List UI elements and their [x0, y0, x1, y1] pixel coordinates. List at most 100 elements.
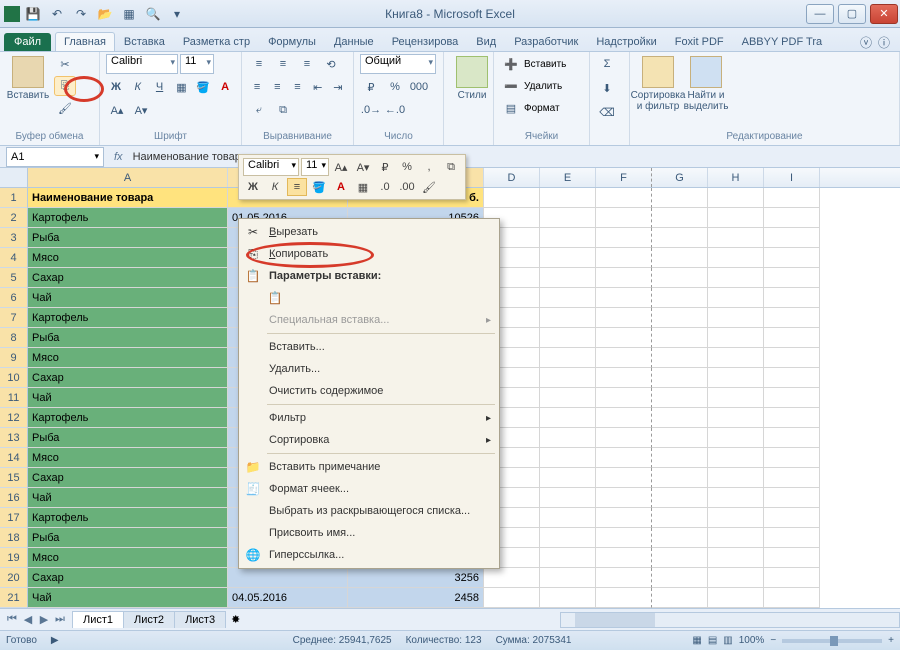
- tab-foxit[interactable]: Foxit PDF: [666, 32, 733, 51]
- cell[interactable]: Мясо: [28, 548, 228, 568]
- cell[interactable]: [708, 188, 764, 208]
- sort-filter-button[interactable]: Сортировка и фильтр: [636, 54, 680, 120]
- cell[interactable]: [596, 368, 652, 388]
- cell[interactable]: [484, 568, 540, 588]
- cell[interactable]: [708, 588, 764, 608]
- mt-comma-icon[interactable]: ,: [419, 158, 439, 176]
- cell[interactable]: [540, 188, 596, 208]
- ctx-paste-default[interactable]: 📋: [239, 287, 499, 309]
- cell[interactable]: [596, 248, 652, 268]
- cell[interactable]: [708, 228, 764, 248]
- ctx-define-name[interactable]: Присвоить имя...: [239, 522, 499, 544]
- cell[interactable]: 3256: [348, 568, 484, 588]
- cell[interactable]: Мясо: [28, 448, 228, 468]
- grow-font-icon[interactable]: A▴: [106, 100, 128, 120]
- font-name-combo[interactable]: Calibri: [106, 54, 178, 74]
- cell[interactable]: [540, 588, 596, 608]
- mt-merge-icon[interactable]: ⧉: [441, 158, 461, 176]
- cell[interactable]: [228, 568, 348, 588]
- cell[interactable]: [708, 408, 764, 428]
- tab-review[interactable]: Рецензирова: [383, 32, 468, 51]
- cell[interactable]: [540, 508, 596, 528]
- mt-align-center-icon[interactable]: ≡: [287, 178, 307, 196]
- cell[interactable]: [540, 428, 596, 448]
- cell[interactable]: [652, 328, 708, 348]
- row-header[interactable]: 14: [0, 448, 28, 468]
- cell[interactable]: [708, 368, 764, 388]
- sheet-nav-prev-icon[interactable]: ◀: [20, 613, 36, 626]
- cell[interactable]: Картофель: [28, 208, 228, 228]
- cell[interactable]: [764, 488, 820, 508]
- cell[interactable]: [708, 208, 764, 228]
- border-icon[interactable]: ▦: [171, 77, 191, 97]
- row-header[interactable]: 16: [0, 488, 28, 508]
- cell[interactable]: Наименование товара: [28, 188, 228, 208]
- col-header-a[interactable]: A: [28, 168, 228, 187]
- cell[interactable]: [652, 268, 708, 288]
- cell[interactable]: [540, 568, 596, 588]
- cell[interactable]: [540, 368, 596, 388]
- cell[interactable]: Рыба: [28, 428, 228, 448]
- wrap-text-icon[interactable]: ⤶: [248, 100, 270, 120]
- fill-down-icon[interactable]: ⬇: [596, 78, 618, 98]
- col-header-g[interactable]: G: [652, 168, 708, 187]
- cell[interactable]: Рыба: [28, 328, 228, 348]
- align-right-icon[interactable]: ≡: [288, 77, 306, 97]
- comma-icon[interactable]: 000: [408, 77, 430, 97]
- inc-decimal-icon[interactable]: .0→: [360, 100, 382, 120]
- view-layout-icon[interactable]: ▤: [708, 635, 717, 646]
- cell[interactable]: [540, 448, 596, 468]
- insert-cells-label[interactable]: Вставить: [524, 59, 566, 70]
- cell[interactable]: [652, 488, 708, 508]
- cell[interactable]: 2458: [348, 588, 484, 608]
- zoom-slider[interactable]: [782, 639, 882, 643]
- mt-size-combo[interactable]: 11: [301, 158, 329, 176]
- tab-abbyy[interactable]: ABBYY PDF Tra: [733, 32, 832, 51]
- row-header[interactable]: 6: [0, 288, 28, 308]
- cell[interactable]: [708, 448, 764, 468]
- cell[interactable]: [652, 188, 708, 208]
- sheet-tab-1[interactable]: Лист1: [72, 611, 124, 628]
- shrink-font-icon[interactable]: A▾: [130, 100, 152, 120]
- find-select-button[interactable]: Найти и выделить: [684, 54, 728, 120]
- row-header[interactable]: 4: [0, 248, 28, 268]
- cell[interactable]: [652, 448, 708, 468]
- row-header[interactable]: 18: [0, 528, 28, 548]
- fill-color-icon[interactable]: 🪣: [193, 77, 213, 97]
- maximize-button[interactable]: ▢: [838, 4, 866, 24]
- row-header[interactable]: 7: [0, 308, 28, 328]
- cell[interactable]: [652, 288, 708, 308]
- cell[interactable]: [540, 288, 596, 308]
- row-header[interactable]: 12: [0, 408, 28, 428]
- ctx-copy[interactable]: ⎘Копировать: [239, 243, 499, 265]
- sheet-nav-last-icon[interactable]: ⏭: [52, 613, 68, 626]
- ribbon-minimize-icon[interactable]: ⓥ: [860, 34, 872, 51]
- select-all-corner[interactable]: [0, 168, 28, 187]
- tab-data[interactable]: Данные: [325, 32, 383, 51]
- mt-percent-icon[interactable]: %: [397, 158, 417, 176]
- mt-font-combo[interactable]: Calibri: [243, 158, 299, 176]
- mt-bold-icon[interactable]: Ж: [243, 178, 263, 196]
- row-header[interactable]: 19: [0, 548, 28, 568]
- view-pagebreak-icon[interactable]: ▥: [723, 635, 732, 646]
- row-header[interactable]: 2: [0, 208, 28, 228]
- ctx-sort[interactable]: Сортировка: [239, 429, 499, 451]
- dec-decimal-icon[interactable]: ←.0: [384, 100, 406, 120]
- tab-insert[interactable]: Вставка: [115, 32, 174, 51]
- cell[interactable]: [652, 388, 708, 408]
- cell[interactable]: [708, 548, 764, 568]
- ctx-comment[interactable]: 📁Вставить примечание: [239, 456, 499, 478]
- cell[interactable]: [764, 388, 820, 408]
- percent-icon[interactable]: %: [384, 77, 406, 97]
- cell[interactable]: [596, 428, 652, 448]
- ctx-format-cells[interactable]: 🧾Формат ячеек...: [239, 478, 499, 500]
- file-tab[interactable]: Файл: [4, 33, 51, 51]
- cell[interactable]: [764, 348, 820, 368]
- tab-formulas[interactable]: Формулы: [259, 32, 325, 51]
- underline-button[interactable]: Ч: [150, 77, 170, 97]
- cell[interactable]: [596, 568, 652, 588]
- name-box[interactable]: A1▾: [6, 147, 104, 167]
- cell[interactable]: [596, 188, 652, 208]
- cell[interactable]: [596, 488, 652, 508]
- cell[interactable]: [764, 308, 820, 328]
